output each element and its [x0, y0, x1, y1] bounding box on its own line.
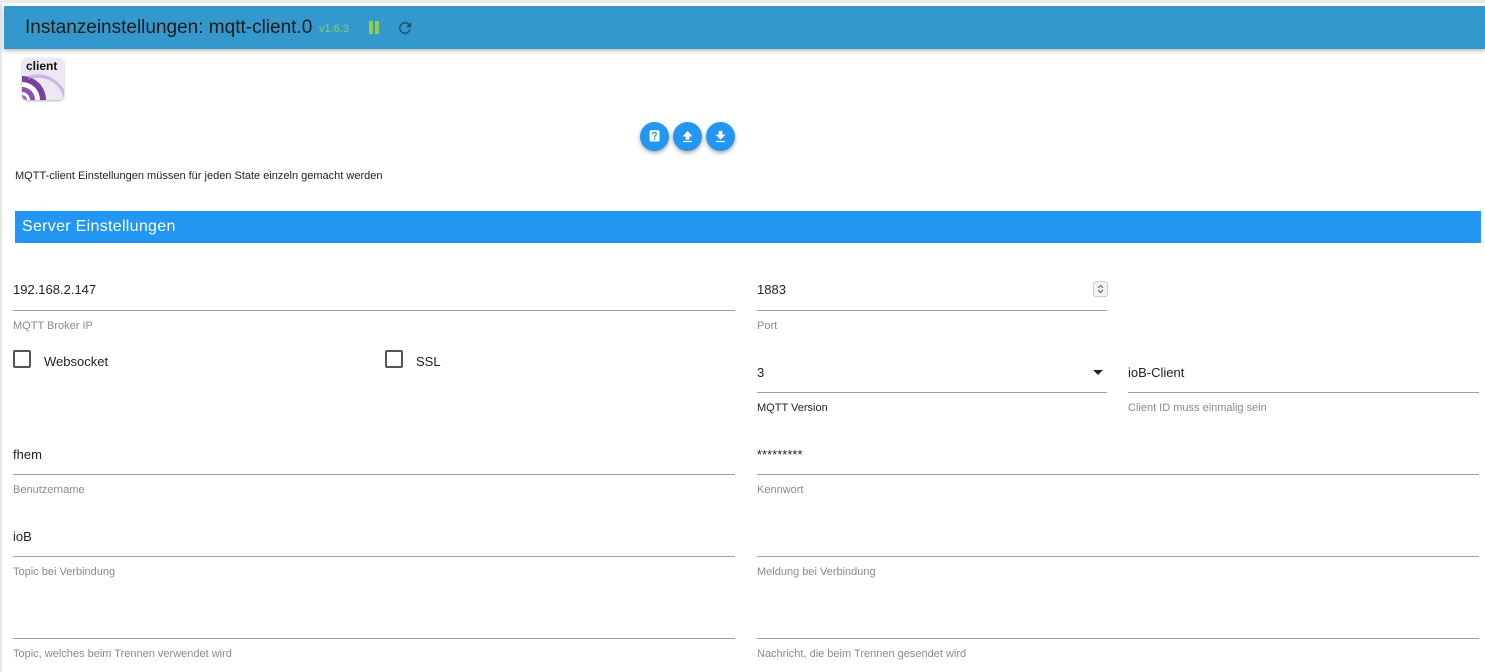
disconnect-message-label: Nachricht, die beim Trennen gesendet wir… [757, 648, 967, 660]
port-stepper[interactable] [1093, 281, 1108, 297]
input-underline [757, 310, 1107, 311]
input-underline [13, 638, 735, 639]
port-field[interactable]: 1883 Port [757, 282, 1107, 332]
username-input[interactable]: fhem [13, 447, 42, 462]
client-id-input[interactable]: ioB-Client [1128, 365, 1184, 380]
password-label: Kennwort [757, 484, 804, 496]
disconnect-message-field[interactable]: Nachricht, die beim Trennen gesendet wir… [757, 611, 1479, 661]
section-title: Server Einstellungen [22, 218, 176, 235]
download-button[interactable] [706, 122, 735, 151]
settings-hint: MQTT-client Einstellungen müssen für jed… [15, 170, 383, 182]
pause-icon[interactable] [368, 21, 380, 34]
password-input[interactable]: ********* [757, 447, 803, 462]
section-header-server: Server Einstellungen [15, 211, 1481, 243]
mqtt-version-label: MQTT Version [757, 402, 828, 414]
connect-message-field[interactable]: Meldung bei Verbindung [757, 529, 1479, 579]
chevron-down-icon[interactable] [1093, 370, 1103, 375]
connect-message-label: Meldung bei Verbindung [757, 566, 876, 578]
ssl-label: SSL [416, 354, 441, 369]
websocket-checkbox[interactable]: Websocket [13, 350, 143, 372]
connect-topic-field[interactable]: ioB Topic bei Verbindung [13, 529, 735, 579]
checkbox-box[interactable] [13, 350, 31, 368]
broker-ip-field[interactable]: 192.168.2.147 MQTT Broker IP [13, 282, 735, 332]
input-underline [13, 474, 735, 475]
checkbox-box[interactable] [385, 350, 403, 368]
username-field[interactable]: fhem Benutzername [13, 447, 735, 497]
input-underline [757, 638, 1479, 639]
disconnect-topic-field[interactable]: Topic, welches beim Trennen verwendet wi… [13, 611, 735, 661]
help-button[interactable] [640, 122, 669, 151]
port-input[interactable]: 1883 [757, 282, 786, 297]
input-underline [757, 474, 1479, 475]
title-bar: Instanzeinstellungen: mqtt-client.0 v1.6… [4, 6, 1485, 49]
password-field[interactable]: ********* Kennwort [757, 447, 1479, 497]
client-id-label: Client ID muss einmalig sein [1128, 402, 1267, 414]
input-underline [757, 392, 1107, 393]
help-icon [649, 130, 660, 142]
connect-topic-label: Topic bei Verbindung [13, 566, 116, 578]
connect-topic-input[interactable]: ioB [13, 529, 32, 544]
input-underline [1128, 392, 1479, 393]
mqtt-version-value[interactable]: 3 [757, 365, 764, 380]
mqtt-version-select[interactable]: 3 MQTT Version [757, 365, 1107, 415]
upload-button[interactable] [673, 122, 702, 151]
input-underline [757, 556, 1479, 557]
page-title: Instanzeinstellungen: mqtt-client.0 [25, 17, 313, 38]
input-underline [13, 556, 735, 557]
upload-icon [682, 130, 693, 143]
broker-ip-input[interactable]: 192.168.2.147 [13, 282, 96, 297]
disconnect-topic-label: Topic, welches beim Trennen verwendet wi… [13, 648, 232, 660]
download-icon [715, 130, 726, 143]
instance-settings-page: Instanzeinstellungen: mqtt-client.0 v1.6… [0, 0, 1485, 672]
client-id-field[interactable]: ioB-Client Client ID muss einmalig sein [1128, 365, 1479, 415]
port-label: Port [757, 320, 778, 332]
reload-icon[interactable] [396, 19, 414, 37]
version-badge: v1.6.3 [319, 23, 349, 35]
ssl-checkbox[interactable]: SSL [385, 350, 465, 372]
websocket-label: Websocket [44, 354, 109, 369]
logo-text: client [26, 59, 58, 73]
input-underline [13, 310, 735, 311]
username-label: Benutzername [13, 484, 85, 496]
broker-ip-label: MQTT Broker IP [13, 320, 93, 332]
adapter-logo: client [22, 58, 64, 100]
